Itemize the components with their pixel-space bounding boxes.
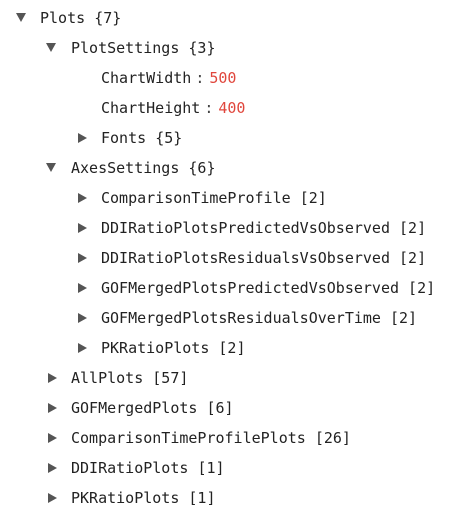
caret-right-icon[interactable] xyxy=(78,276,92,300)
node-key: AxesSettings xyxy=(71,159,180,177)
node-count: [26] xyxy=(314,429,351,447)
node-key: PKRatioPlots xyxy=(71,489,180,507)
node-count: [1] xyxy=(188,489,216,507)
node-key: DDIRatioPlots xyxy=(71,459,189,477)
key-value-separator: : xyxy=(204,99,214,117)
caret-right-icon[interactable] xyxy=(78,246,92,270)
tree-leaf-chartwidth: ChartWidth:500 xyxy=(101,66,236,90)
node-key: GOFMergedPlotsPredictedVsObserved xyxy=(101,279,400,297)
node-count: [2] xyxy=(390,309,418,327)
node-key: Plots xyxy=(40,9,86,27)
node-count: [2] xyxy=(218,339,246,357)
caret-right-icon[interactable] xyxy=(78,306,92,330)
caret-right-icon[interactable] xyxy=(48,366,62,390)
node-key: DDIRatioPlotsResidualsVsObserved xyxy=(101,249,390,267)
caret-right-icon[interactable] xyxy=(78,216,92,240)
node-count: [2] xyxy=(299,189,327,207)
caret-right-icon[interactable] xyxy=(48,486,62,510)
caret-down-icon[interactable] xyxy=(46,156,60,180)
caret-down-icon[interactable] xyxy=(16,6,30,30)
node-count: [2] xyxy=(399,249,427,267)
caret-right-icon[interactable] xyxy=(48,456,62,480)
caret-right-icon[interactable] xyxy=(78,186,92,210)
leaf-key: ChartHeight xyxy=(101,99,201,117)
node-key: Fonts xyxy=(101,129,147,147)
node-count: [2] xyxy=(399,219,427,237)
node-count: [2] xyxy=(408,279,436,297)
node-key: PlotSettings xyxy=(71,39,180,57)
caret-right-icon[interactable] xyxy=(48,426,62,450)
caret-down-icon[interactable] xyxy=(46,36,60,60)
node-count: [57] xyxy=(152,369,189,387)
node-key: ComparisonTimeProfilePlots xyxy=(71,429,306,447)
caret-right-icon[interactable] xyxy=(78,336,92,360)
tree-leaf-chartheight: ChartHeight:400 xyxy=(101,96,245,120)
node-count: [6] xyxy=(206,399,234,417)
leaf-value[interactable]: 400 xyxy=(218,99,245,117)
node-key: PKRatioPlots xyxy=(101,339,210,357)
node-key: AllPlots xyxy=(71,369,144,387)
node-key: GOFMergedPlots xyxy=(71,399,198,417)
leaf-value[interactable]: 500 xyxy=(209,69,236,87)
node-count: [1] xyxy=(197,459,225,477)
json-tree-viewer: Plots {7} PlotSettings {3} ChartWidth:50… xyxy=(0,0,470,516)
leaf-key: ChartWidth xyxy=(101,69,192,87)
node-count: {3} xyxy=(188,39,216,57)
node-key: DDIRatioPlotsPredictedVsObserved xyxy=(101,219,390,237)
caret-right-icon[interactable] xyxy=(78,126,92,150)
node-key: GOFMergedPlotsResidualsOverTime xyxy=(101,309,381,327)
node-count: {7} xyxy=(94,9,122,27)
node-count: {5} xyxy=(155,129,183,147)
node-key: ComparisonTimeProfile xyxy=(101,189,291,207)
node-count: {6} xyxy=(188,159,216,177)
key-value-separator: : xyxy=(195,69,205,87)
caret-right-icon[interactable] xyxy=(48,396,62,420)
